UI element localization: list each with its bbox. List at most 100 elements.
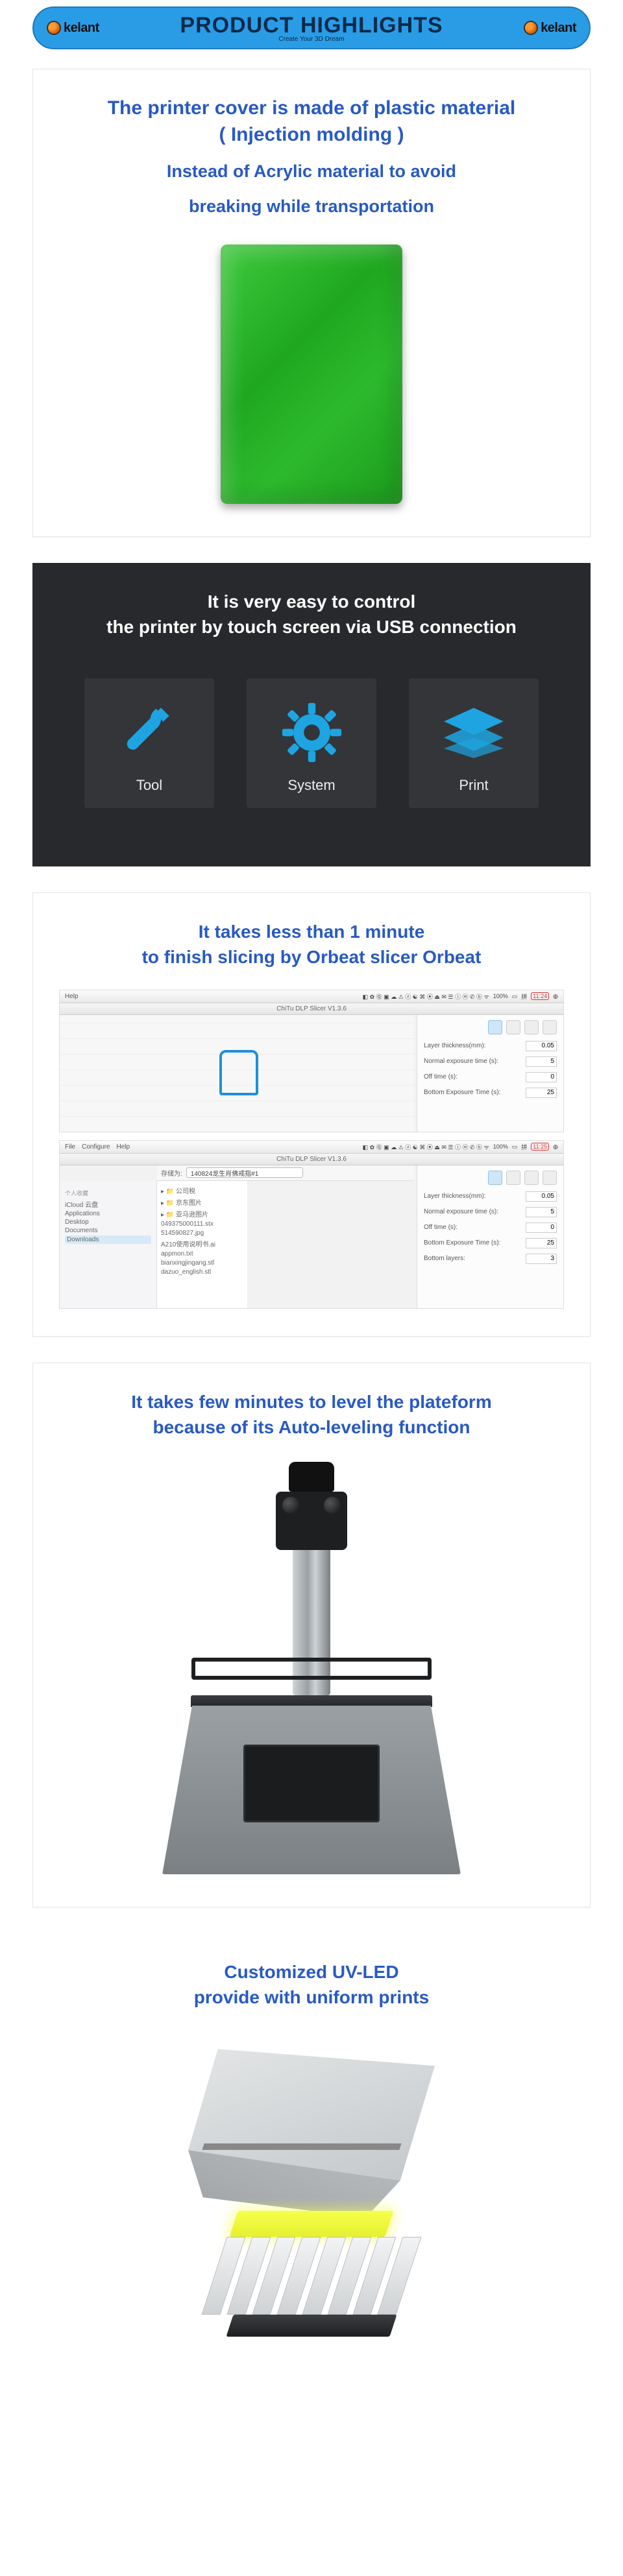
header-subtitle: Create Your 3D Dream (99, 36, 524, 43)
normal-exposure-input[interactable] (526, 1056, 557, 1067)
panel-tab-hollow-icon[interactable] (524, 1171, 539, 1185)
brand-name: kelant (64, 21, 99, 36)
favorites-header: 个人收藏 (65, 1189, 151, 1197)
save-as-field[interactable]: 140824龙生肖佛戒指#1 (186, 1167, 303, 1178)
section-uv-led: Customized UV-LED provide with uniform p… (32, 1933, 591, 2399)
autolevel-heading-line1: It takes few minutes to level the platef… (131, 1392, 491, 1412)
layer-thickness-input[interactable] (526, 1041, 557, 1051)
layer-thickness-input[interactable] (526, 1191, 557, 1202)
touch-label-print: Print (415, 777, 532, 794)
list-item[interactable]: dazuo_english.stl (161, 1269, 243, 1276)
cover-heading-line2: ( Injection molding ) (59, 122, 564, 149)
uvled-heading-line2: provide with uniform prints (194, 1987, 429, 2007)
section-touchscreen: It is very easy to control the printer b… (32, 563, 591, 866)
logo-ring-icon (524, 21, 538, 35)
mac-menubar: File Configure Help ◧ ✿ Ⓠ ▣ ☁ ⚠ ⓩ ☯ ⌘ ⦿ … (60, 1141, 563, 1154)
menu-help[interactable]: Help (65, 993, 79, 1000)
sidebar-item-documents[interactable]: Documents (65, 1227, 151, 1234)
menubar-clock: 11:25 (531, 1143, 549, 1151)
list-item[interactable]: 049375000111.stx (161, 1221, 243, 1228)
uvled-heading-line1: Customized UV-LED (224, 1962, 398, 1982)
siri-icon: ◍ (553, 1143, 558, 1151)
panel-tab-hollow-icon[interactable] (524, 1020, 539, 1034)
window-title: ChiTu DLP Slicer V1.3.6 (60, 1003, 563, 1015)
printer-image (130, 1459, 493, 1874)
battery-pct: 100% (493, 993, 508, 999)
menu-help[interactable]: Help (116, 1143, 130, 1151)
off-time-label: Off time (s): (424, 1224, 458, 1231)
slicer-side-panel: Layer thickness(mm): Normal exposure tim… (417, 1165, 563, 1308)
normal-exposure-label: Normal exposure time (s): (424, 1058, 498, 1065)
section-slicing: It takes less than 1 minute to finish sl… (32, 892, 591, 1336)
layers-icon (415, 697, 532, 768)
green-cover-image (221, 244, 402, 504)
list-item[interactable]: 514590827.jpg (161, 1230, 243, 1237)
header-title: PRODUCT HIGHLIGHTS (99, 13, 524, 38)
menu-configure[interactable]: Configure (82, 1143, 110, 1151)
section-autolevel: It takes few minutes to level the platef… (32, 1363, 591, 1907)
off-time-label: Off time (s): (424, 1073, 458, 1080)
siri-icon: ◍ (553, 993, 558, 1000)
brand-logo-left: kelant (47, 21, 99, 36)
list-item[interactable]: 京东图片 (161, 1197, 243, 1207)
bottom-exposure-label: Bottom Exposure Time (s): (424, 1089, 500, 1096)
lang-icon: 拼 (521, 992, 527, 1001)
list-item[interactable]: 公司税 (161, 1186, 243, 1195)
section-cover-material: The printer cover is made of plastic mat… (32, 69, 591, 537)
off-time-input[interactable] (526, 1072, 557, 1082)
menu-file[interactable]: File (65, 1143, 75, 1151)
uv-led-image (143, 2029, 480, 2367)
gear-icon (253, 697, 370, 768)
panel-tab-settings-icon[interactable] (543, 1171, 557, 1185)
layer-thickness-label: Layer thickness(mm): (424, 1193, 486, 1200)
bottom-exposure-label: Bottom Exposure Time (s): (424, 1239, 500, 1246)
logo-ring-icon (47, 21, 61, 35)
slicer-screenshot-save-dialog: File Configure Help ◧ ✿ Ⓠ ▣ ☁ ⚠ ⓩ ☯ ⌘ ⦿ … (59, 1140, 564, 1309)
touch-tile-print[interactable]: Print (409, 678, 539, 808)
list-item[interactable]: bianxingjingang.stl (161, 1259, 243, 1267)
sidebar-item-applications[interactable]: Applications (65, 1210, 151, 1217)
menubar-clock: 11:24 (531, 992, 549, 1000)
touch-tiles-row: Tool (58, 678, 565, 808)
panel-tab-supports-icon[interactable] (506, 1020, 520, 1034)
battery-icon: ▭ (512, 993, 518, 1000)
battery-icon: ▭ (512, 1143, 518, 1151)
panel-tab-layers-icon[interactable] (488, 1020, 502, 1034)
bottom-layers-input[interactable] (526, 1254, 557, 1264)
list-item[interactable]: 亚马逊图片 (161, 1209, 243, 1219)
normal-exposure-input[interactable] (526, 1207, 557, 1217)
touch-tile-tool[interactable]: Tool (84, 678, 214, 808)
bottom-exposure-input[interactable] (526, 1238, 557, 1248)
cover-subheading-line2: breaking while transportation (59, 195, 564, 218)
list-item[interactable]: A210使用说明书.ai (161, 1239, 243, 1248)
touch-heading-line2: the printer by touch screen via USB conn… (106, 617, 517, 637)
touch-label-tool: Tool (91, 777, 208, 794)
top-knob (289, 1462, 334, 1492)
slicer-side-panel: Layer thickness(mm): Normal exposure tim… (417, 1015, 563, 1132)
slicer-canvas[interactable] (60, 1015, 414, 1132)
panel-tab-layers-icon[interactable] (488, 1171, 502, 1185)
list-item[interactable]: appmon.txt (161, 1250, 243, 1258)
save-as-label: 存储为: (161, 1168, 182, 1178)
carriage-block (276, 1492, 347, 1550)
bottom-exposure-input[interactable] (526, 1088, 557, 1098)
menubar-icons: ◧ ✿ Ⓠ ▣ ☁ ⚠ ⓩ ☯ ⌘ ⦿ ⏏ ✉ ☰ ⓘ ⓦ ✆ ⓑ ᯤ (363, 1143, 489, 1151)
bottom-layers-label: Bottom layers: (424, 1255, 465, 1262)
touch-heading-line1: It is very easy to control (208, 591, 416, 612)
panel-tab-supports-icon[interactable] (506, 1171, 520, 1185)
off-time-input[interactable] (526, 1222, 557, 1233)
sidebar-item-desktop[interactable]: Desktop (65, 1219, 151, 1226)
model-preview-icon (219, 1050, 258, 1095)
header-pill: kelant PRODUCT HIGHLIGHTS Create Your 3D… (32, 6, 591, 49)
header-title-wrap: PRODUCT HIGHLIGHTS Create Your 3D Dream (99, 13, 524, 43)
panel-tab-settings-icon[interactable] (543, 1020, 557, 1034)
finder-column-1: 公司税 京东图片 亚马逊图片 049375000111.stx 51459082… (157, 1181, 248, 1308)
wrench-icon (91, 697, 208, 768)
battery-pct: 100% (493, 1143, 508, 1150)
build-plate-arm (191, 1658, 432, 1680)
heatsink (214, 2224, 409, 2334)
touch-tile-system[interactable]: System (247, 678, 376, 808)
slicer-screenshot-model: Help ◧ ✿ Ⓠ ▣ ☁ ⚠ ⓩ ☯ ⌘ ⦿ ⏏ ✉ ☰ ⓘ ⓦ ✆ ⓑ ᯤ… (59, 990, 564, 1132)
sidebar-item-downloads[interactable]: Downloads (65, 1235, 151, 1244)
sidebar-item-icloud[interactable]: iCloud 云盘 (65, 1199, 151, 1209)
